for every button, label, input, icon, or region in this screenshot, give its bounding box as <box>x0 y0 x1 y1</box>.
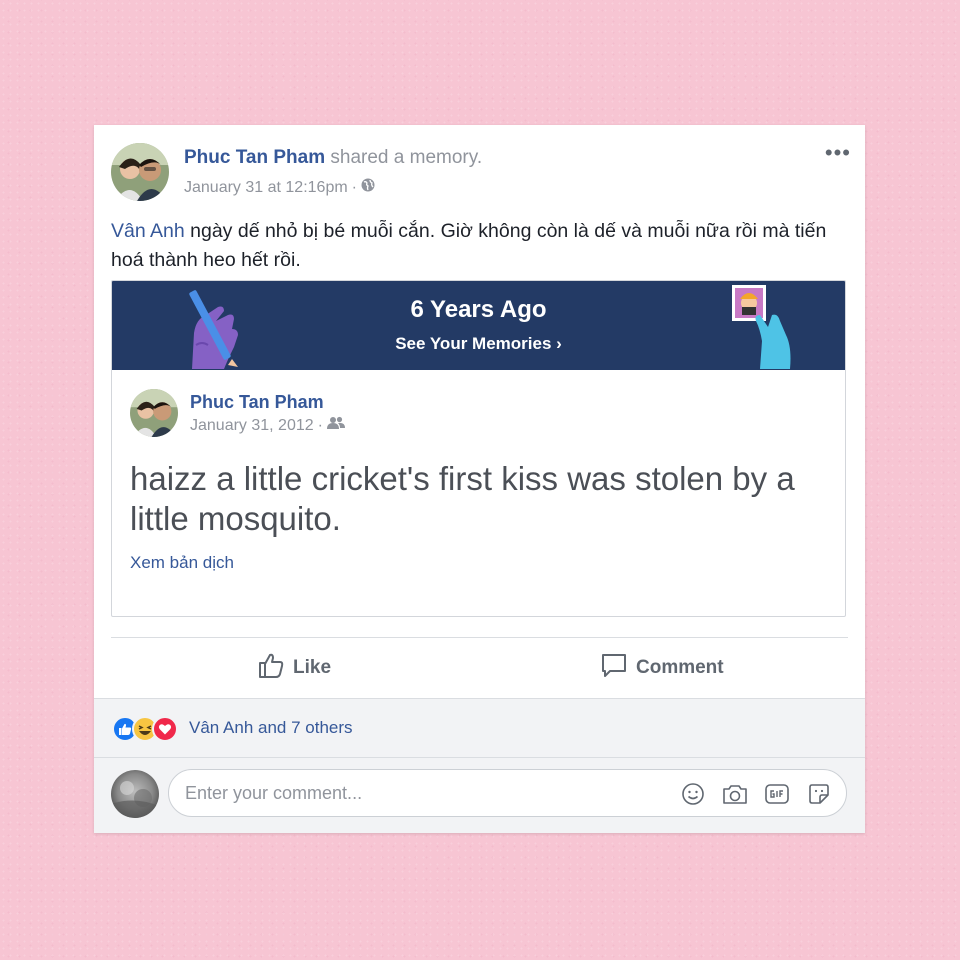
comment-composer <box>94 757 865 833</box>
thumbs-up-icon <box>257 651 285 685</box>
original-post-meta: January 31, 2012 · <box>190 416 345 435</box>
memory-banner: 6 Years Ago See Your Memories › <box>112 281 845 370</box>
author-avatar[interactable] <box>111 143 169 201</box>
post-timestamp[interactable]: January 31 at 12:16pm <box>184 179 348 197</box>
camera-icon[interactable] <box>722 781 748 807</box>
comment-input[interactable] <box>185 780 655 806</box>
speech-bubble-icon <box>600 651 628 685</box>
comment-button[interactable]: Comment <box>600 651 724 685</box>
meta-separator: · <box>351 178 357 196</box>
comment-input-box <box>168 769 847 817</box>
tagged-user-link[interactable]: Vân Anh <box>111 220 185 242</box>
love-reaction-icon <box>152 716 178 742</box>
original-post-text: haizz a little cricket's first kiss was … <box>130 460 795 537</box>
post-header: Phuc Tan Pham shared a memory. <box>184 147 482 169</box>
like-label: Like <box>293 657 332 678</box>
action-divider <box>111 637 848 638</box>
reaction-icons[interactable] <box>112 716 178 742</box>
original-post-date[interactable]: January 31, 2012 <box>190 417 314 435</box>
comment-tools <box>680 781 832 807</box>
post-action-text: shared a memory. <box>330 147 483 168</box>
globe-icon[interactable] <box>361 178 375 197</box>
shared-memory[interactable]: 6 Years Ago See Your Memories › Phuc Tan… <box>111 280 846 617</box>
meta-separator: · <box>317 416 323 434</box>
post-text-body: ngày dế nhỏ bị bé muỗi cắn. Giờ không cò… <box>111 220 827 271</box>
post-menu-button[interactable]: ••• <box>825 142 851 164</box>
comment-label: Comment <box>636 657 724 678</box>
commenter-avatar[interactable] <box>111 770 159 818</box>
blue-hand-photo-icon <box>732 285 802 374</box>
gif-icon[interactable] <box>764 781 790 807</box>
original-author-name[interactable]: Phuc Tan Pham <box>190 392 324 413</box>
emoji-icon[interactable] <box>680 781 706 807</box>
post-meta: January 31 at 12:16pm · <box>184 178 375 197</box>
post-card: Phuc Tan Pham shared a memory. January 3… <box>94 125 865 833</box>
post-text: Vân Anh ngày dế nhỏ bị bé muỗi cắn. Giờ … <box>111 217 841 275</box>
author-name[interactable]: Phuc Tan Pham <box>184 147 325 168</box>
friends-icon[interactable] <box>326 416 345 435</box>
reactions-bar: Vân Anh and 7 others <box>94 698 865 757</box>
reactions-summary[interactable]: Vân Anh and 7 others <box>189 718 353 738</box>
sticker-icon[interactable] <box>806 781 832 807</box>
original-author-avatar[interactable] <box>130 389 178 437</box>
like-button[interactable]: Like <box>257 651 331 685</box>
see-translation-link[interactable]: Xem bản dịch <box>130 553 234 573</box>
